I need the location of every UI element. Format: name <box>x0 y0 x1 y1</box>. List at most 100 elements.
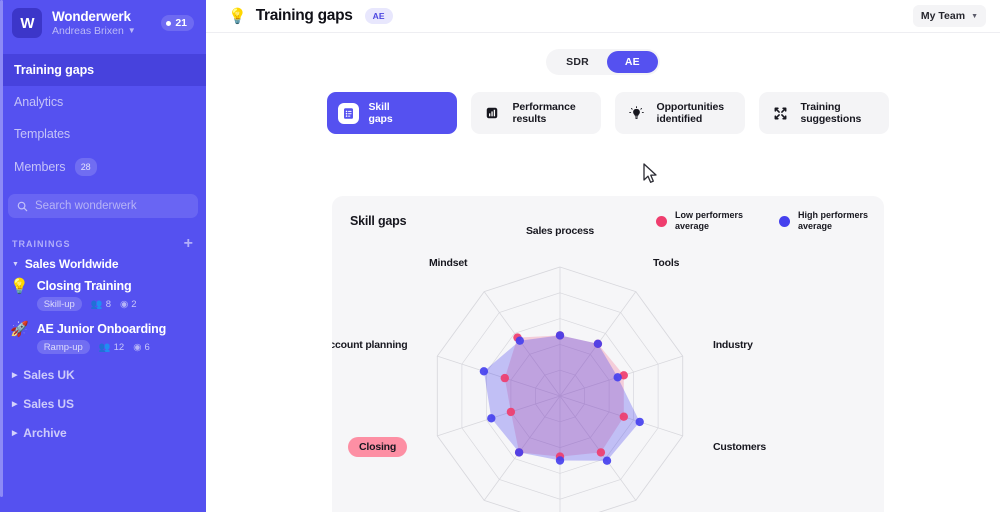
radar-axis-label-industry: Industry <box>713 339 753 351</box>
search-icon <box>17 201 28 211</box>
tab-card-performance-results[interactable]: Performance results <box>470 92 601 134</box>
training-item-ae-junior-onboarding[interactable]: 🚀 AE Junior Onboarding Ramp-up 👥 12 ◉ 6 <box>0 316 206 359</box>
online-count-badge: 21 <box>161 15 194 31</box>
team-selector-label: My Team <box>920 10 966 22</box>
radar-axis-label-closing[interactable]: Closing <box>348 437 408 457</box>
panel-title: Skill gaps <box>350 214 407 228</box>
sidebar: W Wonderwerk Andreas Brixen ▼ 21 Trainin… <box>0 0 206 512</box>
status-dot-icon <box>166 20 172 26</box>
people-count: 8 <box>105 298 111 310</box>
training-people-stat: 👥 12 <box>99 342 124 353</box>
search-input[interactable] <box>35 200 189 212</box>
sidebar-item-members[interactable]: Members 28 <box>0 150 206 184</box>
legend-item-high-performers: High performers average <box>778 210 868 232</box>
lightbulb-icon: 💡 <box>228 8 247 25</box>
role-badge: AE <box>364 8 393 24</box>
legend-label: Low performers average <box>674 210 743 231</box>
legend-swatch <box>655 215 667 227</box>
app-root: W Wonderwerk Andreas Brixen ▼ 21 Trainin… <box>0 0 1000 512</box>
chevron-down-icon: ▼ <box>127 25 136 35</box>
user-name: Andreas Brixen <box>52 24 124 37</box>
page-title: Training gaps <box>255 7 353 24</box>
shuffle-icon <box>770 103 791 124</box>
team-selector[interactable]: My Team ▼ <box>912 5 986 27</box>
sidebar-item-label: Templates <box>14 127 71 141</box>
legend-label: High performers average <box>797 210 868 231</box>
people-icon: 👥 <box>90 298 103 310</box>
tab-card-skill-gaps[interactable]: Skill gaps <box>326 92 457 134</box>
tab-card-label: Opportunities identified <box>656 100 725 126</box>
radar-axis-label-sales-process: Sales process <box>526 225 595 237</box>
tab-card-label: Performance results <box>512 100 576 126</box>
sidebar-item-label: Members <box>14 160 66 174</box>
training-name: AE Junior Onboarding <box>36 322 167 336</box>
sidebar-item-training-gaps[interactable]: Training gaps <box>0 54 206 86</box>
training-type-chip: Skill-up <box>36 297 82 311</box>
training-type-chip: Ramp-up <box>36 340 90 354</box>
chevron-right-icon: ▶ <box>12 401 18 408</box>
tab-sdr[interactable]: SDR <box>548 51 607 73</box>
sidebar-item-templates[interactable]: Templates <box>0 118 206 150</box>
mouse-cursor-icon <box>643 163 657 183</box>
training-item-closing-training[interactable]: 💡 Closing Training Skill-up 👥 8 ◉ 2 <box>0 273 206 316</box>
group-archive[interactable]: ▶ Archive <box>0 417 206 446</box>
training-people-stat: 👥 8 <box>91 299 111 310</box>
sessions-count: 2 <box>131 298 137 310</box>
search-box[interactable] <box>8 194 198 218</box>
tab-card-training-suggestions[interactable]: Training suggestions <box>758 92 889 134</box>
group-sales-us[interactable]: ▶ Sales US <box>0 388 206 417</box>
skill-gaps-panel: Skill gaps Low performers average High p… <box>332 196 884 512</box>
sidebar-scrollbar[interactable] <box>0 0 3 512</box>
top-bar: 💡 Training gaps AE My Team ▼ <box>206 0 1000 33</box>
people-count: 12 <box>113 341 125 353</box>
people-icon: 👥 <box>98 341 111 353</box>
sidebar-nav: Training gaps Analytics Templates Member… <box>0 54 206 184</box>
group-sales-uk[interactable]: ▶ Sales UK <box>0 359 206 388</box>
sidebar-item-analytics[interactable]: Analytics <box>0 86 206 118</box>
radar-axis-label-tools: Tools <box>653 257 680 269</box>
training-sessions-stat: ◉ 6 <box>133 342 150 353</box>
role-toggle: SDR AE <box>546 49 660 75</box>
training-sessions-stat: ◉ 2 <box>120 299 137 310</box>
trainings-section-header: TRAININGS + <box>0 236 206 252</box>
trainings-section-title: TRAININGS <box>12 239 71 249</box>
lightbulb-icon: 💡 <box>10 278 29 295</box>
tab-card-label: Training suggestions <box>800 100 862 126</box>
tab-cards-row: Skill gaps Performance results Opportuni… <box>206 75 1000 134</box>
group-label: Sales UK <box>23 368 75 382</box>
group-label: Sales US <box>23 397 74 411</box>
bar-chart-icon <box>482 103 503 124</box>
members-count-badge: 28 <box>74 158 97 176</box>
sidebar-item-label: Analytics <box>14 95 64 109</box>
lightbulb-icon <box>626 103 647 124</box>
training-name: Closing Training <box>36 279 132 293</box>
role-toggle-wrap: SDR AE <box>206 33 1000 75</box>
radar-chart: Sales processToolsIndustryCustomersProdu… <box>332 225 884 512</box>
tab-ae[interactable]: AE <box>606 51 658 73</box>
group-label: Sales Worldwide <box>24 257 119 271</box>
brand-header[interactable]: W Wonderwerk Andreas Brixen ▼ 21 <box>0 0 206 48</box>
radar-axis-label-customers: Customers <box>713 441 767 453</box>
record-icon: ◉ <box>133 341 142 353</box>
panel-header: Skill gaps Low performers average High p… <box>332 196 884 232</box>
sidebar-scrollbar-thumb[interactable] <box>0 0 3 497</box>
legend-item-low-performers: Low performers average <box>655 210 743 232</box>
main-area: 💡 Training gaps AE My Team ▼ SDR AE Skil… <box>206 0 1000 512</box>
chevron-right-icon: ▶ <box>12 372 18 379</box>
chevron-right-icon: ▶ <box>12 430 18 437</box>
workspace-user[interactable]: Andreas Brixen ▼ <box>52 24 161 38</box>
sessions-count: 6 <box>144 341 150 353</box>
radar-axis-label-account-planning: Account planning <box>332 339 408 351</box>
legend-swatch <box>778 215 790 227</box>
workspace-name: Wonderwerk <box>52 8 131 24</box>
tab-card-opportunities-identified[interactable]: Opportunities identified <box>614 92 745 134</box>
radar-axis-label-mindset: Mindset <box>429 257 468 269</box>
add-training-icon[interactable]: + <box>184 236 194 252</box>
online-count: 21 <box>175 17 187 29</box>
rocket-icon: 🚀 <box>10 321 29 338</box>
radar-chart-svg <box>436 266 684 512</box>
group-label: Archive <box>23 426 67 440</box>
chevron-down-icon: ▼ <box>12 260 19 268</box>
doc-list-icon <box>337 102 359 124</box>
group-sales-worldwide[interactable]: ▼ Sales Worldwide <box>0 250 206 273</box>
